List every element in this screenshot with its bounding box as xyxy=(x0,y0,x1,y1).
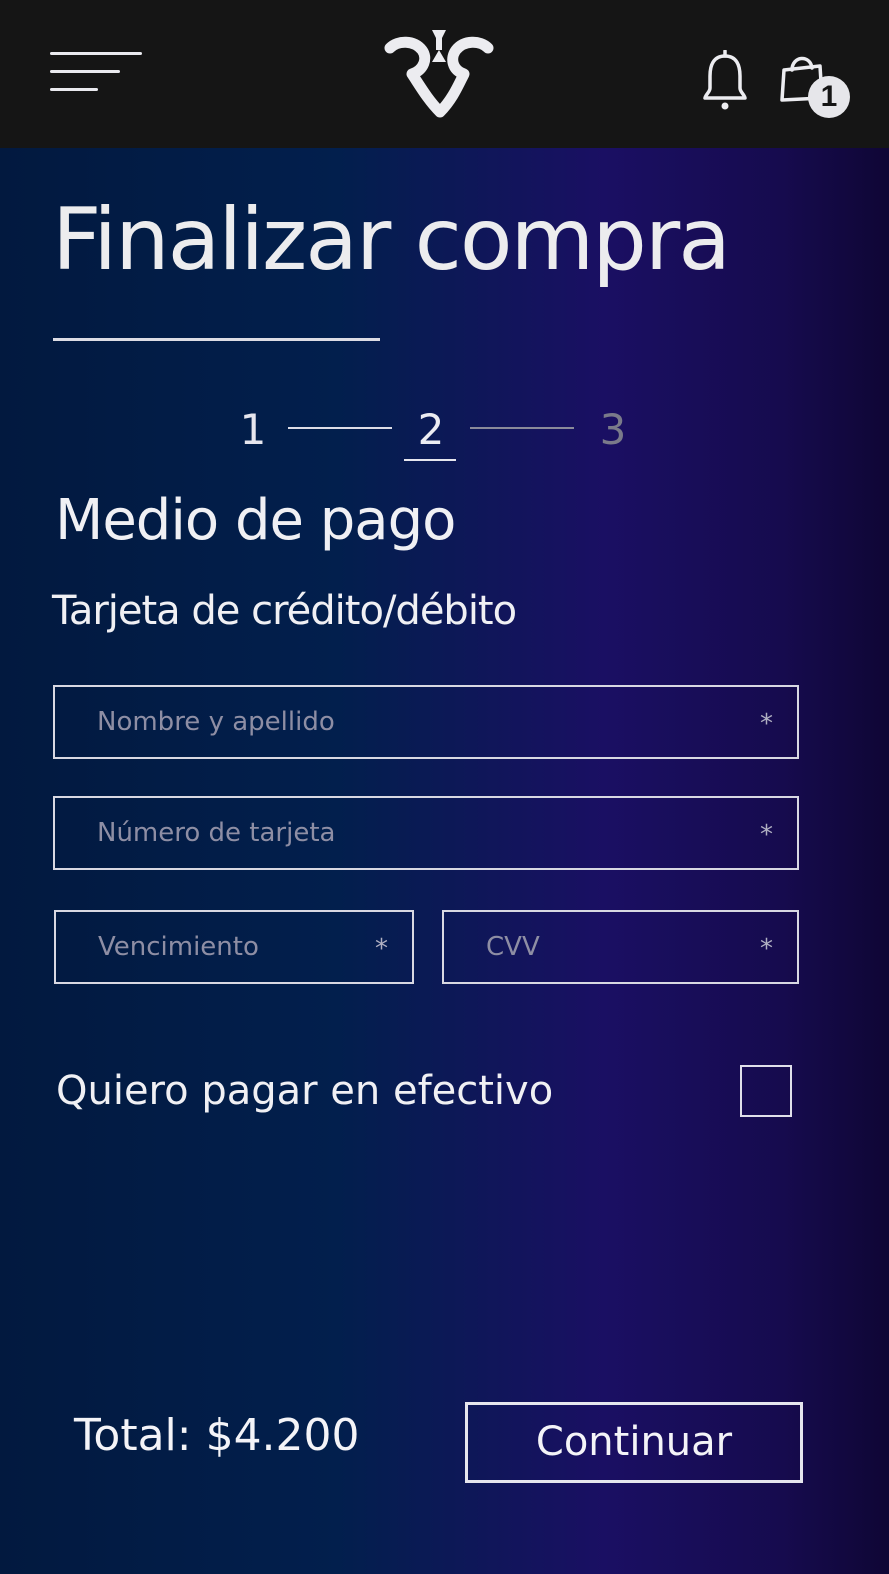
section-title-payment-method: Medio de pago xyxy=(55,488,456,553)
cardholder-name-field[interactable]: * xyxy=(53,685,799,759)
section-subtitle-card: Tarjeta de crédito/débito xyxy=(52,588,517,634)
top-app-bar: 1 xyxy=(0,0,889,148)
hamburger-menu-icon[interactable] xyxy=(50,48,142,98)
title-underline-divider xyxy=(53,338,380,341)
required-mark: * xyxy=(760,934,773,964)
expiry-date-input[interactable] xyxy=(56,912,412,982)
menu-line-bottom xyxy=(50,88,98,91)
page-title: Finalizar compra xyxy=(52,190,731,290)
order-total: Total: $4.200 xyxy=(74,1410,360,1461)
cart-count-badge: 1 xyxy=(808,76,850,118)
step-3[interactable]: 3 xyxy=(588,405,638,454)
card-number-input[interactable] xyxy=(55,798,797,868)
cardholder-name-input[interactable] xyxy=(55,687,797,757)
required-mark: * xyxy=(760,820,773,850)
continue-button[interactable]: Continuar xyxy=(465,1402,803,1483)
current-step-indicator xyxy=(404,459,456,461)
cvv-field[interactable]: * xyxy=(442,910,799,984)
step-connector-2-3 xyxy=(470,427,574,429)
menu-line-top xyxy=(50,52,142,55)
menu-line-middle xyxy=(50,70,120,73)
cvv-input[interactable] xyxy=(444,912,797,982)
pay-cash-checkbox[interactable] xyxy=(740,1065,792,1117)
bell-icon[interactable] xyxy=(700,50,750,112)
step-2-current[interactable]: 2 xyxy=(406,405,456,454)
brand-logo[interactable] xyxy=(384,28,494,122)
pay-cash-label: Quiero pagar en efectivo xyxy=(56,1068,554,1114)
step-connector-1-2 xyxy=(288,427,392,429)
expiry-date-field[interactable]: * xyxy=(54,910,414,984)
required-mark: * xyxy=(375,934,388,964)
card-number-field[interactable]: * xyxy=(53,796,799,870)
required-mark: * xyxy=(760,709,773,739)
step-1[interactable]: 1 xyxy=(228,405,278,454)
